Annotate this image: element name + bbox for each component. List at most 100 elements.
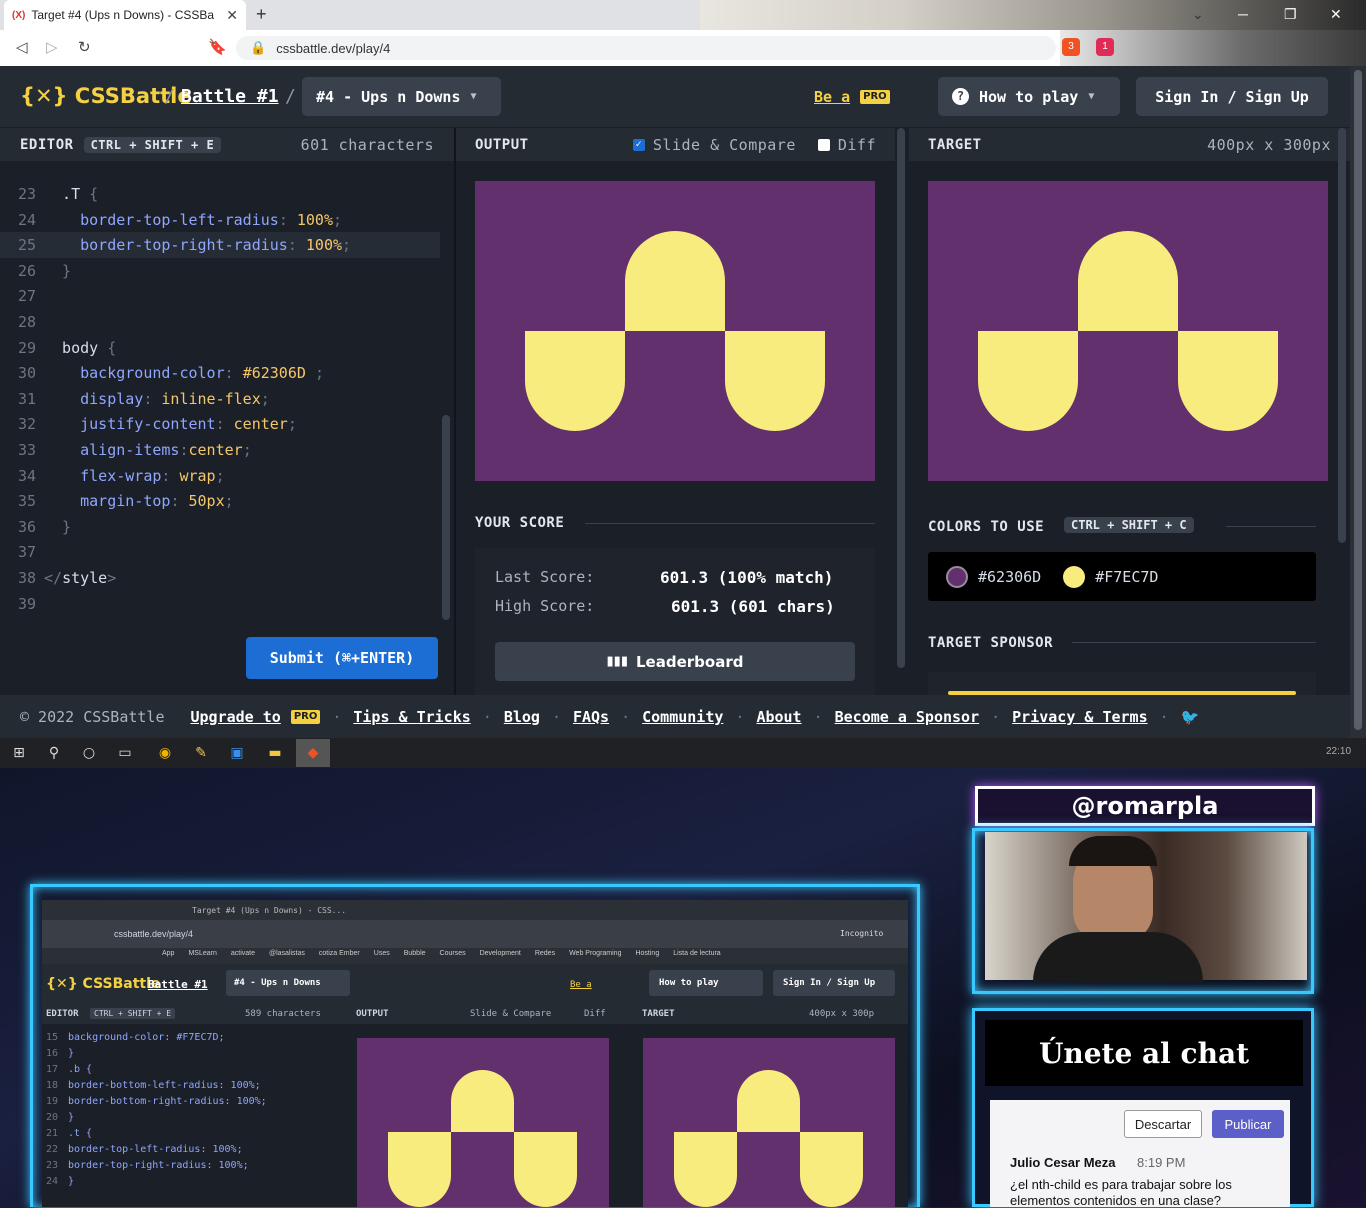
footer-link-community[interactable]: Community xyxy=(642,708,723,726)
panel-divider[interactable] xyxy=(454,128,456,695)
code-line[interactable]: 33 align-items:center; xyxy=(0,437,440,463)
code-text: } xyxy=(44,261,72,280)
code-text: margin-top: 50px; xyxy=(44,492,234,511)
search-icon[interactable]: ⚲ xyxy=(45,744,63,762)
mini-line-number: 20 xyxy=(46,1112,59,1123)
mini-code-text: } xyxy=(68,1176,75,1187)
footer-link-about[interactable]: About xyxy=(756,708,801,726)
page-scrollbar[interactable] xyxy=(1350,66,1366,738)
leaderboard-button[interactable]: ▮▮▮ Leaderboard xyxy=(495,642,855,681)
code-line[interactable]: 36 } xyxy=(0,514,440,540)
line-number: 38 xyxy=(17,569,36,587)
mini-bookmark: Hosting xyxy=(635,950,660,957)
code-line[interactable]: 25 border-top-right-radius: 100%; xyxy=(0,232,440,259)
app-icon[interactable]: ✎ xyxy=(192,744,210,762)
publish-button[interactable]: Publicar xyxy=(1212,1110,1284,1138)
mini-line-number: 18 xyxy=(46,1080,59,1091)
close-tab-icon[interactable]: ✕ xyxy=(226,7,238,24)
store-icon[interactable]: ▣ xyxy=(228,744,246,762)
mini-line-number: 15 xyxy=(46,1032,59,1043)
code-text: </style> xyxy=(44,569,117,587)
address-bar[interactable]: 🔒 cssbattle.dev/play/4 xyxy=(236,36,1056,60)
code-line[interactable]: 32 justify-content: center; xyxy=(0,411,440,437)
task-view-icon[interactable]: ▭ xyxy=(116,744,134,762)
footer-link-tips[interactable]: Tips & Tricks xyxy=(353,708,470,726)
code-line[interactable]: 31 display: inline-flex; xyxy=(0,386,440,412)
maximize-icon[interactable]: ❐ xyxy=(1284,6,1297,23)
code-line[interactable]: 38 </style> xyxy=(0,565,440,591)
be-a-label: Be a xyxy=(814,88,851,106)
target-scrollbar[interactable] xyxy=(1338,128,1346,543)
mini-browser-capture: Target #4 (Ups n Downs) - CSS... cssbatt… xyxy=(42,900,908,1207)
page-scrollbar-thumb[interactable] xyxy=(1354,70,1362,730)
code-line[interactable]: 24 border-top-left-radius: 100%; xyxy=(0,207,440,233)
code-line[interactable]: 27 xyxy=(0,283,440,309)
chevron-down-icon: ▼ xyxy=(1088,91,1095,102)
forward-icon[interactable]: ▷ xyxy=(46,38,58,56)
line-number: 34 xyxy=(17,466,36,485)
brave-shields-icon[interactable]: 3 xyxy=(1062,38,1080,56)
code-line[interactable]: 37 xyxy=(0,539,440,565)
footer-link-sponsor[interactable]: Become a Sponsor xyxy=(835,708,980,726)
mini-bookmark: Web Programing xyxy=(569,950,622,957)
discard-button[interactable]: Descartar xyxy=(1124,1110,1202,1138)
tab-search-icon[interactable]: ⌄ xyxy=(1192,6,1204,23)
code-editor[interactable]: 23 .T {24 border-top-left-radius: 100%; 2… xyxy=(0,161,454,695)
footer-link-upgrade[interactable]: Upgrade to xyxy=(191,708,281,726)
be-a-pro-link[interactable]: Be a PRO xyxy=(814,88,890,106)
diff-checkbox[interactable] xyxy=(817,138,830,151)
color-hex-1[interactable]: #62306D xyxy=(978,568,1041,586)
mini-line-number: 23 xyxy=(46,1160,59,1171)
footer-link-blog[interactable]: Blog xyxy=(504,708,540,726)
minimize-icon[interactable]: ─ xyxy=(1238,6,1248,22)
code-line[interactable]: 26 } xyxy=(0,258,440,284)
close-window-icon[interactable]: ✕ xyxy=(1330,6,1342,23)
bookmark-icon[interactable]: 🔖 xyxy=(208,38,227,56)
windows-start-icon[interactable]: ⊞ xyxy=(10,744,28,762)
brave-rewards-icon[interactable]: 1 xyxy=(1096,38,1114,56)
editor-scrollbar[interactable] xyxy=(442,415,450,620)
code-line[interactable]: 29 body { xyxy=(0,335,440,361)
sign-in-button[interactable]: Sign In / Sign Up xyxy=(1136,77,1328,116)
panel-divider[interactable] xyxy=(895,128,909,695)
brave-taskbar-icon[interactable]: ◆ xyxy=(296,739,330,767)
output-canvas[interactable] xyxy=(475,181,875,481)
line-number: 33 xyxy=(17,441,36,459)
code-line[interactable]: 34 flex-wrap: wrap; xyxy=(0,463,440,489)
mini-line-number: 19 xyxy=(46,1096,59,1107)
color-swatch-yellow[interactable] xyxy=(1063,565,1086,588)
how-to-play-button[interactable]: ? How to play ▼ xyxy=(938,77,1120,116)
slide-compare-checkbox[interactable]: ✓ xyxy=(632,138,645,151)
leaderboard-label: Leaderboard xyxy=(636,652,744,671)
code-line[interactable]: 35 margin-top: 50px; xyxy=(0,488,440,514)
code-line[interactable]: 28 xyxy=(0,309,440,335)
footer-link-faqs[interactable]: FAQs xyxy=(573,708,609,726)
folder-icon[interactable]: ▬ xyxy=(266,744,284,762)
submit-button[interactable]: Submit (⌘+ENTER) xyxy=(246,637,438,679)
code-line[interactable]: 30 background-color: #62306D ; xyxy=(0,360,440,386)
line-number: 26 xyxy=(17,261,36,280)
line-number: 25 xyxy=(17,236,36,255)
slide-compare-label: Slide & Compare xyxy=(652,135,796,154)
footer-link-privacy[interactable]: Privacy & Terms xyxy=(1012,708,1147,726)
cortana-icon[interactable]: ○ xyxy=(80,744,98,762)
target-dropdown-label: #4 - Ups n Downs xyxy=(316,87,461,106)
mini-bookmark: cotiza Ember xyxy=(318,950,360,957)
target-dropdown[interactable]: #4 - Ups n Downs ▼ xyxy=(302,77,501,116)
back-icon[interactable]: ◁ xyxy=(16,38,28,56)
mini-bookmark: Redes xyxy=(534,950,556,957)
output-scrollbar[interactable] xyxy=(897,128,905,668)
browser-tab[interactable]: (X) Target #4 (Ups n Downs) - CSSBa ✕ xyxy=(4,0,246,30)
chrome-icon[interactable]: ◉ xyxy=(156,744,174,762)
color-swatch-purple[interactable] xyxy=(946,565,968,588)
code-text: .T { xyxy=(44,185,99,203)
code-line[interactable]: 39 xyxy=(0,591,440,617)
target-size: 400px x 300px xyxy=(1207,135,1331,154)
code-line[interactable]: 23 .T { xyxy=(0,181,440,207)
twitter-icon[interactable]: 🐦 xyxy=(1181,708,1200,726)
new-tab-icon[interactable]: + xyxy=(256,4,267,25)
reload-icon[interactable]: ↻ xyxy=(78,38,91,56)
color-hex-2[interactable]: #F7EC7D xyxy=(1095,568,1158,586)
battle-link[interactable]: Battle #1 xyxy=(181,86,279,107)
sponsor-title: TARGET SPONSOR xyxy=(928,635,1054,651)
